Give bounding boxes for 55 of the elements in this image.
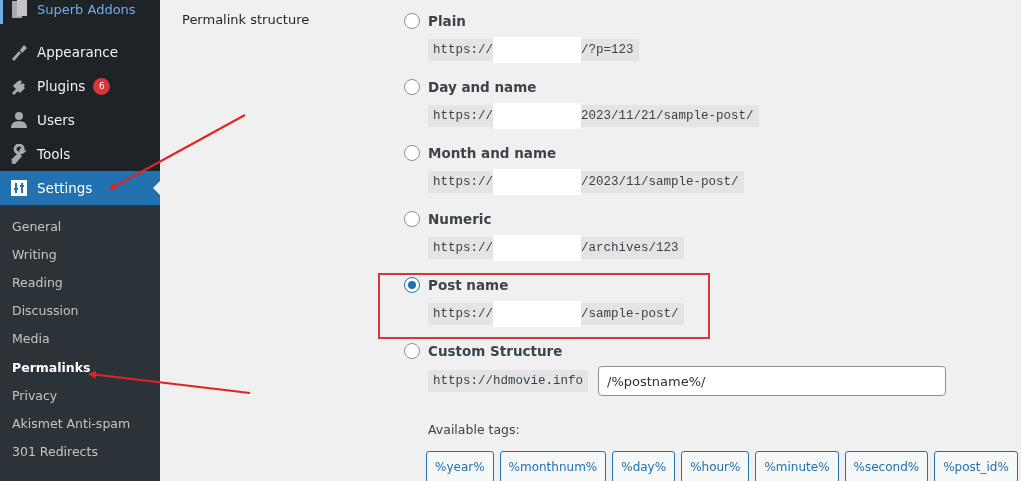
menu-item[interactable]: Settings — [0, 171, 160, 205]
tag-button[interactable]: %day% — [612, 451, 676, 481]
menu-label: Appearance — [37, 44, 119, 60]
tag-button[interactable]: %minute% — [755, 451, 839, 481]
menu-label: Users — [37, 112, 75, 128]
menu-icon — [9, 110, 29, 130]
radio-button[interactable] — [404, 343, 420, 359]
radio-button[interactable] — [404, 145, 420, 161]
url-example: https:// /archives/123 — [428, 237, 684, 259]
tags-label: Available tags: — [428, 422, 521, 437]
url-example: https:// /sample-post/ — [428, 303, 684, 325]
menu-item[interactable]: Users — [0, 103, 160, 137]
submenu-item[interactable]: General — [0, 212, 160, 241]
option-label: Plain — [428, 13, 466, 29]
submenu-item[interactable]: Writing — [0, 240, 160, 269]
count-badge: 6 — [93, 77, 111, 95]
option-label: Day and name — [428, 79, 537, 95]
submenu-item[interactable]: Discussion — [0, 296, 160, 325]
radio-button[interactable] — [404, 13, 420, 29]
menu-icon — [9, 178, 29, 198]
field-label: Permalink structure — [182, 11, 311, 29]
submenu-item[interactable]: Privacy — [0, 381, 160, 410]
option-label: Post name — [428, 277, 509, 293]
menu-label: Plugins — [37, 78, 86, 94]
tag-button[interactable]: %hour% — [681, 451, 750, 481]
radio-button[interactable] — [404, 277, 420, 293]
menu-label: Tools — [37, 146, 71, 162]
menu-item[interactable]: Tools — [0, 137, 160, 171]
option-label: Numeric — [428, 211, 492, 227]
radio-button[interactable] — [404, 79, 420, 95]
submenu-item[interactable]: Akismet Anti-spam — [0, 409, 160, 438]
tag-button[interactable]: %year% — [426, 451, 494, 481]
menu-item[interactable]: Appearance — [0, 35, 160, 69]
input-field[interactable]: /%postname%/ — [598, 366, 947, 396]
url-prefix: https://hdmovie.info — [428, 370, 589, 392]
menu-label: Superb Addons — [37, 1, 136, 17]
menu-icon — [9, 144, 29, 164]
submenu-item[interactable]: Media — [0, 324, 160, 353]
submenu-item[interactable]: Permalinks — [0, 352, 160, 382]
menu-item[interactable]: Plugins 6 — [0, 69, 160, 103]
tag-button[interactable]: %second% — [844, 451, 929, 481]
url-example: https:// 2023/11/21/sample-post/ — [428, 105, 759, 127]
document-stack-icon — [11, 0, 29, 20]
option-label: Month and name — [428, 145, 557, 161]
menu-icon — [9, 42, 29, 62]
menu-label: Settings — [37, 180, 93, 196]
tag-button[interactable]: %post_id% — [934, 451, 1018, 481]
url-example: https:// /?p=123 — [428, 39, 639, 61]
option-label: Custom Structure — [428, 343, 563, 359]
submenu-item[interactable]: Reading — [0, 268, 160, 297]
tag-button[interactable]: %monthnum% — [499, 451, 607, 481]
radio-button[interactable] — [404, 211, 420, 227]
submenu-item[interactable]: 301 Redirects — [0, 437, 160, 466]
url-example: https:// /2023/11/sample-post/ — [428, 171, 744, 193]
sidebar-header[interactable]: Superb Addons — [0, 0, 160, 24]
